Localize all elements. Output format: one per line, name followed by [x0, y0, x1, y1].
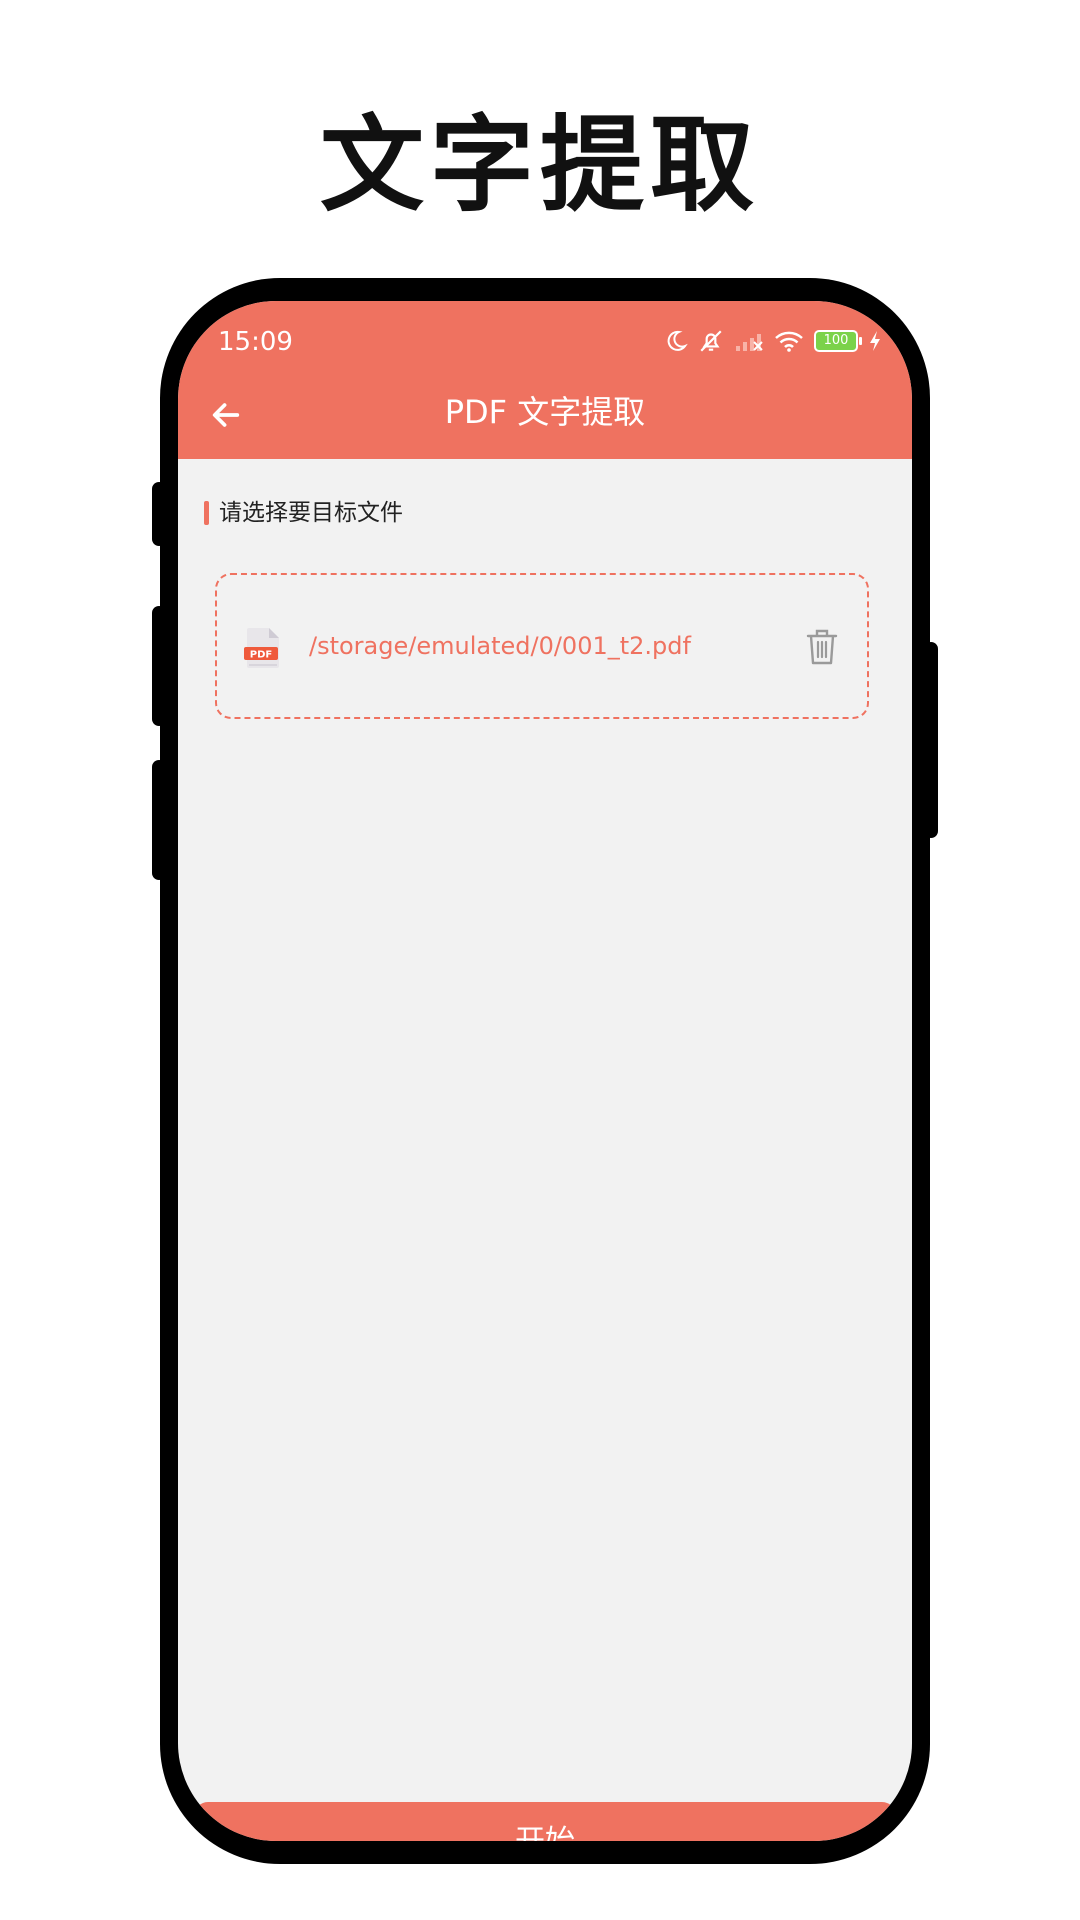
section-accent-bar [204, 501, 209, 525]
app-bar-title: PDF 文字提取 [444, 393, 646, 431]
charging-icon [870, 331, 880, 351]
pdf-icon-label: PDF [250, 650, 272, 661]
phone-screen: 15:09 100 PDF 文字提取 请选择要目标文件 PDF /storage… [178, 301, 912, 1841]
bell-off-icon [700, 330, 722, 352]
app-bar: 15:09 100 PDF 文字提取 [178, 301, 912, 459]
battery-icon: 100 [814, 330, 862, 352]
selected-file-card[interactable]: PDF /storage/emulated/0/001_t2.pdf [215, 573, 869, 719]
section-label: 请选择要目标文件 [204, 497, 403, 529]
signal-icon [736, 334, 763, 351]
promo-title: 文字提取 [319, 104, 760, 226]
wifi-icon [775, 331, 803, 352]
trash-icon [806, 629, 838, 665]
start-button[interactable]: 开始 [194, 1802, 896, 1841]
pdf-file-icon: PDF [244, 628, 279, 668]
status-time: 15:09 [218, 327, 293, 357]
file-path: /storage/emulated/0/001_t2.pdf [309, 632, 691, 660]
section-label-text: 请选择要目标文件 [219, 500, 403, 526]
status-icons: 100 [664, 323, 882, 359]
moon-icon [667, 330, 688, 351]
delete-file-button[interactable] [805, 627, 839, 667]
